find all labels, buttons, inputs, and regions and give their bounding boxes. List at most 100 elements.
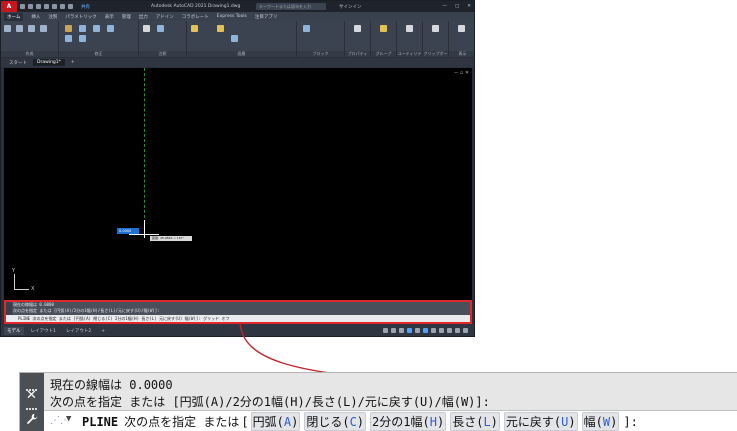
osnap-icon[interactable]: [423, 328, 428, 333]
tab-addins[interactable]: アドイン: [156, 14, 174, 20]
otrack-icon[interactable]: [431, 328, 436, 333]
option-arc[interactable]: 円弧(A): [250, 412, 301, 431]
tab-featured-apps[interactable]: 注目アプリ: [255, 14, 278, 20]
rotate-icon[interactable]: [79, 25, 86, 32]
doc-tab-start[interactable]: スタート: [9, 60, 27, 66]
drawing-canvas[interactable]: − ▫ ✕ 0.0000 距離: 45.0846 < 167° Y X: [4, 68, 472, 300]
base-view-icon[interactable]: [458, 25, 465, 32]
minimize-button[interactable]: —: [442, 4, 447, 9]
group-label[interactable]: 修正: [59, 51, 138, 57]
ribbon-panel: 作成 修正 注釈 画層 ブロック プロパティ グループ ユーティリテ クリップボ…: [1, 21, 474, 62]
layout-tab-1[interactable]: レイアウト1: [28, 327, 59, 335]
doc-tab-drawing1[interactable]: Drawing1*: [33, 59, 65, 66]
mini-command-input[interactable]: PLINE 次の点を指定 または [円弧(A) 閉じる(C) 2分の1幅(H) …: [6, 315, 470, 322]
dimension-icon[interactable]: [157, 25, 164, 32]
command-input[interactable]: ⋰⋰ ▼ PLINE 次の点を指定 または [ 円弧(A) 閉じる(C) 2分の…: [44, 411, 737, 431]
layout-tab-add[interactable]: +: [98, 328, 108, 335]
command-line-sidebar: ✕: [20, 373, 44, 431]
option-halfwidth[interactable]: 2分の1幅(H): [370, 412, 447, 431]
tab-express-tools[interactable]: Express Tools: [217, 14, 247, 19]
group-label[interactable]: グループ: [371, 51, 396, 57]
search-input[interactable]: キーワードまたは語句を入力: [256, 3, 326, 10]
workspace-gear-icon[interactable]: [455, 328, 460, 333]
snap-icon[interactable]: [399, 328, 404, 333]
option-close[interactable]: 閉じる(C): [304, 412, 367, 431]
layer-properties-icon[interactable]: [191, 25, 198, 32]
option-undo[interactable]: 元に戻す(U): [503, 412, 578, 431]
group-label[interactable]: 表示: [449, 51, 474, 57]
text-icon[interactable]: [143, 25, 150, 32]
new-tab-plus-icon[interactable]: +: [71, 60, 75, 65]
wrench-icon[interactable]: [26, 413, 38, 427]
move-icon[interactable]: [65, 25, 72, 32]
option-width[interactable]: 幅(W): [581, 412, 620, 431]
layout-tab-2[interactable]: レイアウト2: [63, 327, 94, 335]
fillet-icon[interactable]: [79, 35, 86, 42]
paste-icon[interactable]: [432, 25, 439, 32]
close-icon[interactable]: ✕: [26, 389, 37, 402]
lineweight-icon[interactable]: [439, 328, 444, 333]
measure-icon[interactable]: [406, 25, 413, 32]
dynamic-tooltip: 距離: 45.0846 < 167°: [150, 236, 192, 241]
mirror-icon[interactable]: [65, 35, 72, 42]
grip-icon[interactable]: [26, 377, 38, 410]
group-label[interactable]: ブロック: [297, 51, 344, 57]
history-line-1: 現在の線幅は 0.0000: [50, 376, 173, 393]
tab-insert[interactable]: 挿入: [31, 14, 40, 20]
tab-parametric[interactable]: パラメトリック: [65, 14, 96, 20]
layer-bulb-icon[interactable]: [217, 25, 224, 32]
ortho-icon[interactable]: [407, 328, 412, 333]
layer-tools-icon[interactable]: [231, 35, 238, 42]
polar-icon[interactable]: [415, 328, 420, 333]
tab-view[interactable]: 表示: [105, 14, 114, 20]
group-label[interactable]: 注釈: [139, 51, 186, 57]
polyline-icon[interactable]: [16, 25, 23, 32]
arc-icon[interactable]: [40, 25, 47, 32]
command-history: 現在の線幅は 0.0000 次の点を指定 または [円弧(A)/2分の1幅(H)…: [44, 373, 737, 411]
tab-collaborate[interactable]: コラボレート: [182, 14, 209, 20]
group-icon[interactable]: [380, 25, 387, 32]
tab-annotate[interactable]: 注釈: [48, 14, 57, 20]
group-label[interactable]: プロパティ: [345, 51, 370, 57]
autocad-window: A 共有 Autodesk AutoCAD 2021 Drawing1.dwg …: [0, 0, 475, 337]
save-icon[interactable]: [36, 4, 41, 9]
ribbon-group-modify: 修正: [59, 21, 139, 57]
group-label[interactable]: 画層: [187, 51, 296, 57]
group-label[interactable]: クリップボード: [423, 51, 448, 62]
copy-icon[interactable]: [107, 25, 114, 32]
dynamic-input[interactable]: 0.0000: [117, 228, 139, 234]
new-icon[interactable]: [20, 4, 25, 9]
customize-icon[interactable]: [463, 328, 468, 333]
saveas-icon[interactable]: [44, 4, 49, 9]
viewport-controls[interactable]: − ▫ ✕: [454, 70, 469, 76]
redo-icon[interactable]: [68, 4, 73, 9]
signin-button[interactable]: サインイン: [339, 4, 362, 10]
grid-icon[interactable]: [391, 328, 396, 333]
undo-icon[interactable]: [60, 4, 65, 9]
command-line-zoom: ✕ 現在の線幅は 0.0000 次の点を指定 または [円弧(A)/2分の1幅(…: [19, 372, 737, 431]
window-title: Autodesk AutoCAD 2021 Drawing1.dwg: [151, 4, 241, 9]
group-label[interactable]: 作成: [1, 51, 58, 57]
model-space-icon[interactable]: [383, 328, 388, 333]
tab-output[interactable]: 出力: [139, 14, 148, 20]
maximize-button[interactable]: □: [455, 4, 459, 9]
insert-block-icon[interactable]: [303, 25, 310, 32]
tab-home[interactable]: ホーム: [4, 12, 24, 21]
plot-icon[interactable]: [52, 4, 57, 9]
group-label[interactable]: ユーティリティ: [397, 51, 422, 62]
autocad-logo[interactable]: A: [1, 1, 17, 12]
line-icon[interactable]: [4, 25, 11, 32]
trim-icon[interactable]: [93, 25, 100, 32]
layout-tab-model[interactable]: モデル: [4, 327, 24, 335]
close-button[interactable]: ✕: [467, 4, 471, 9]
properties-icon[interactable]: [354, 25, 361, 32]
tab-manage[interactable]: 管理: [122, 14, 131, 20]
open-icon[interactable]: [28, 4, 33, 9]
share-button[interactable]: 共有: [81, 4, 90, 10]
chevron-down-icon[interactable]: ▼: [66, 414, 71, 424]
command-prompt: 次の点を指定 または: [124, 415, 240, 429]
circle-icon[interactable]: [28, 25, 35, 32]
ucs-x-axis: [14, 289, 29, 290]
annotation-scale-icon[interactable]: [447, 328, 452, 333]
option-length[interactable]: 長さ(L): [450, 412, 500, 431]
